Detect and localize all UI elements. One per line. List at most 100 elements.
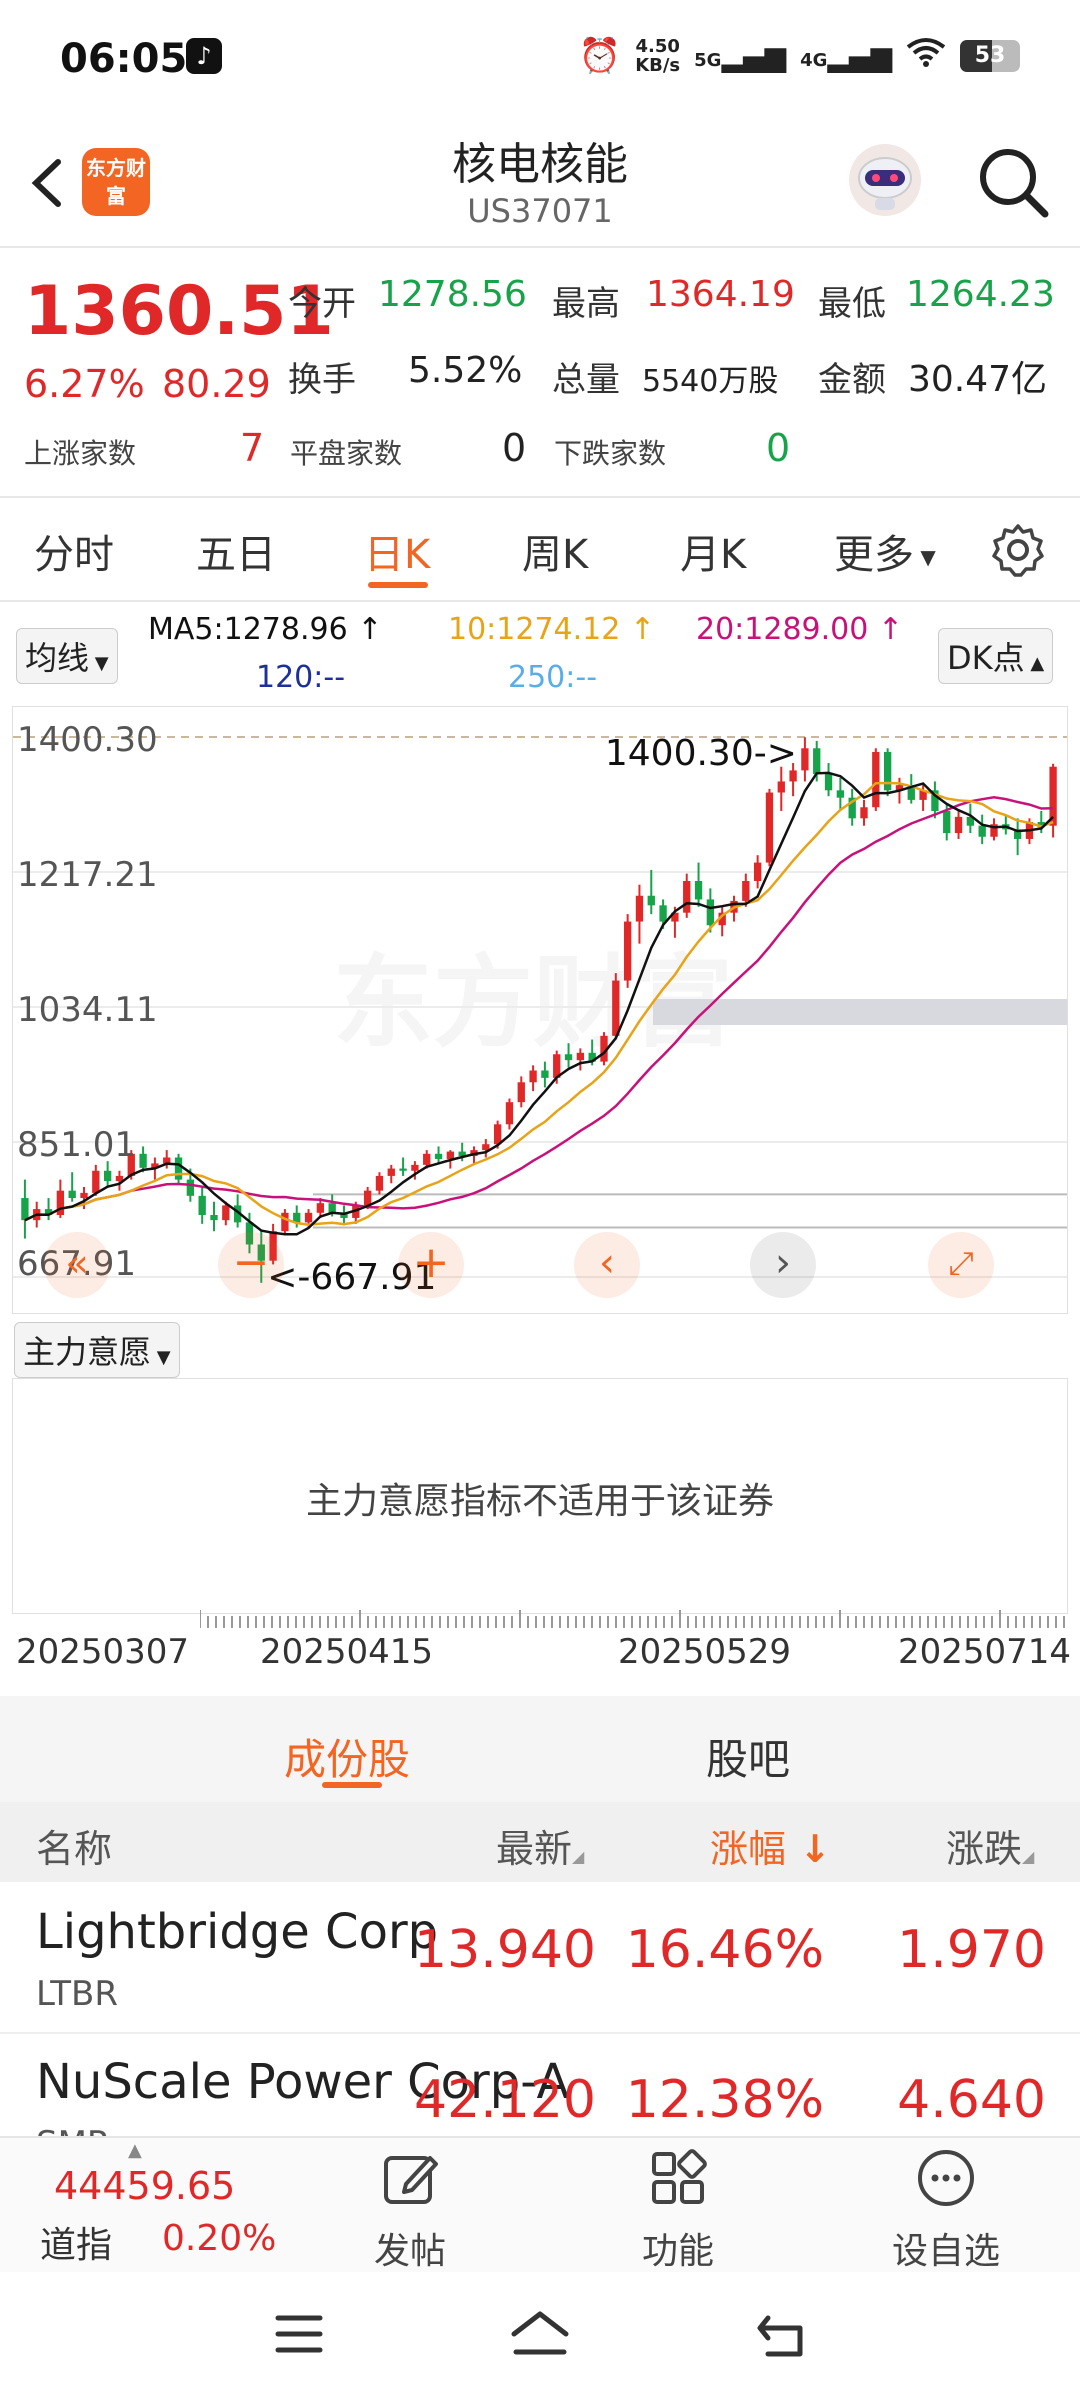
indicator-message: 主力意愿指标不适用于该证券 bbox=[305, 1481, 774, 1522]
candle-body bbox=[92, 1170, 100, 1193]
prev-icon[interactable]: ‹ bbox=[574, 1232, 640, 1298]
dow-index-pct[interactable]: 0.20% bbox=[162, 2218, 276, 2259]
signal-4g-icon: 4G▂▄▆ bbox=[800, 39, 892, 73]
post-edit-icon[interactable] bbox=[380, 2148, 440, 2208]
candle-body bbox=[446, 1151, 455, 1159]
flat-count-label: 平盘家数 bbox=[290, 437, 403, 470]
more-dots-icon[interactable] bbox=[916, 2148, 976, 2208]
col-change-pct[interactable]: 涨幅 ↓ bbox=[710, 1818, 831, 1873]
kline-chart-svg[interactable]: 东方财富 1400.301217.211034.11851.01667.9114… bbox=[13, 707, 1068, 1314]
sort-icon: ◢ bbox=[572, 1847, 585, 1866]
signal-4g-label: 4G bbox=[800, 49, 828, 71]
candle-body bbox=[647, 895, 655, 906]
search-icon[interactable] bbox=[975, 144, 1051, 220]
candle-body bbox=[954, 816, 963, 834]
low-value: 1264.23 bbox=[906, 274, 1055, 315]
double-left-icon[interactable]: « bbox=[44, 1232, 110, 1298]
amount-label: 金额 bbox=[818, 360, 886, 400]
dow-index-value[interactable]: 44459.65 bbox=[54, 2164, 235, 2208]
candle-body bbox=[316, 1203, 325, 1213]
zoom-out-icon[interactable]: − bbox=[218, 1232, 284, 1298]
menu-icon[interactable] bbox=[274, 2312, 324, 2356]
low-label: 最低 bbox=[818, 284, 886, 324]
dk-point-selector[interactable]: DK点 ▲ bbox=[938, 628, 1054, 684]
open-label: 今开 bbox=[288, 284, 356, 324]
functions-label[interactable]: 功能 bbox=[618, 2222, 738, 2274]
col-latest[interactable]: 最新◢ bbox=[496, 1818, 584, 1873]
stock-change-pct: 12.38% bbox=[625, 2070, 824, 2130]
down-count: 0 bbox=[766, 426, 791, 470]
candle-body bbox=[281, 1212, 289, 1232]
tab-daily-k[interactable]: 日K bbox=[364, 522, 430, 580]
amount-value: 30.47亿 bbox=[908, 359, 1048, 400]
ma20-value: 20:1289.00 ↑ bbox=[696, 612, 904, 647]
indicator-selector[interactable]: 主力意愿 ▼ bbox=[14, 1322, 180, 1378]
caret-down-icon: ▼ bbox=[89, 653, 109, 674]
ma120-value: 120:-- bbox=[256, 660, 346, 695]
col-name: 名称 bbox=[36, 1827, 113, 1871]
back-nav-icon[interactable] bbox=[754, 2310, 810, 2360]
tab-forum[interactable]: 股吧 bbox=[706, 1726, 790, 1787]
tab-more[interactable]: 更多 ▼ bbox=[834, 522, 936, 580]
header-divider bbox=[0, 246, 1080, 248]
next-icon[interactable]: › bbox=[750, 1232, 816, 1298]
sort-desc-icon: ↓ bbox=[786, 1827, 832, 1871]
functions-grid-icon[interactable] bbox=[648, 2148, 708, 2208]
sub-tabs-bar bbox=[0, 1696, 1080, 1802]
robot-assistant-icon[interactable] bbox=[845, 140, 925, 220]
tab-weekly-k[interactable]: 周K bbox=[522, 522, 588, 580]
ma250-value: 250:-- bbox=[508, 660, 598, 695]
zoom-in-icon[interactable]: + bbox=[398, 1232, 464, 1298]
candle-body bbox=[801, 748, 809, 771]
candle-body bbox=[174, 1157, 183, 1180]
candle-body bbox=[493, 1124, 502, 1145]
tab-monthly-k[interactable]: 月K bbox=[680, 522, 746, 580]
col-change[interactable]: 涨跌◢ bbox=[946, 1818, 1034, 1873]
candle-body bbox=[765, 792, 774, 863]
candle-body bbox=[80, 1192, 88, 1199]
candle-body bbox=[399, 1168, 407, 1171]
home-icon[interactable] bbox=[510, 2308, 570, 2358]
tabs-divider bbox=[0, 600, 1080, 602]
caret-down-icon: ▼ bbox=[914, 545, 936, 569]
candle-body bbox=[186, 1179, 195, 1196]
candle-body bbox=[387, 1168, 395, 1176]
col-change-pct-label: 涨幅 bbox=[710, 1827, 787, 1871]
candle-body bbox=[824, 774, 833, 791]
tiktok-icon: ♪ bbox=[186, 38, 222, 74]
high-label: 最高 bbox=[552, 284, 620, 324]
candle-body bbox=[21, 1198, 29, 1221]
y-axis-label: 1034.11 bbox=[17, 990, 158, 1030]
date-label-4: 20250714 bbox=[898, 1632, 1072, 1672]
tab-five-day[interactable]: 五日 bbox=[196, 522, 276, 580]
y-axis-label: 851.01 bbox=[17, 1125, 136, 1165]
candle-body bbox=[943, 810, 951, 834]
ma-selector[interactable]: 均线 ▼ bbox=[16, 628, 118, 684]
col-latest-label: 最新 bbox=[496, 1827, 573, 1871]
candle-body bbox=[659, 905, 667, 922]
index-change-pct: 6.27% bbox=[24, 362, 145, 406]
ma-selector-label: 均线 bbox=[25, 639, 90, 677]
candle-body bbox=[836, 790, 845, 798]
alarm-icon: ⏰ bbox=[578, 36, 622, 76]
kline-chart[interactable]: 东方财富 1400.30 1217.21 1034.11 851.01 667.91 14… bbox=[12, 706, 1068, 1314]
dow-index-name[interactable]: 道指 bbox=[40, 2216, 112, 2268]
table-row[interactable]: Lightbridge Corp LTBR 13.940 16.46% 1.97… bbox=[0, 1884, 1080, 2034]
candle-body bbox=[612, 980, 620, 1036]
quote-divider bbox=[0, 496, 1080, 498]
fullscreen-icon[interactable]: ⤢ bbox=[928, 1232, 994, 1298]
net-speed-unit: KB/s bbox=[635, 55, 681, 76]
settings-gear-icon[interactable] bbox=[990, 522, 1046, 578]
candle-body bbox=[304, 1212, 313, 1223]
index-change: 80.29 bbox=[162, 362, 271, 406]
chevron-up-icon[interactable]: ▲ bbox=[128, 2140, 142, 2161]
tab-constituents[interactable]: 成份股 bbox=[284, 1726, 410, 1787]
candle-body bbox=[860, 807, 868, 819]
turnover-value: 5.52% bbox=[408, 350, 523, 391]
candle-body bbox=[411, 1164, 419, 1171]
post-label[interactable]: 发帖 bbox=[350, 2222, 470, 2274]
candle-body bbox=[222, 1205, 230, 1221]
watchlist-label[interactable]: 设自选 bbox=[880, 2222, 1012, 2274]
stock-latest: 13.940 bbox=[414, 1920, 596, 1980]
tab-intraday[interactable]: 分时 bbox=[34, 522, 114, 580]
